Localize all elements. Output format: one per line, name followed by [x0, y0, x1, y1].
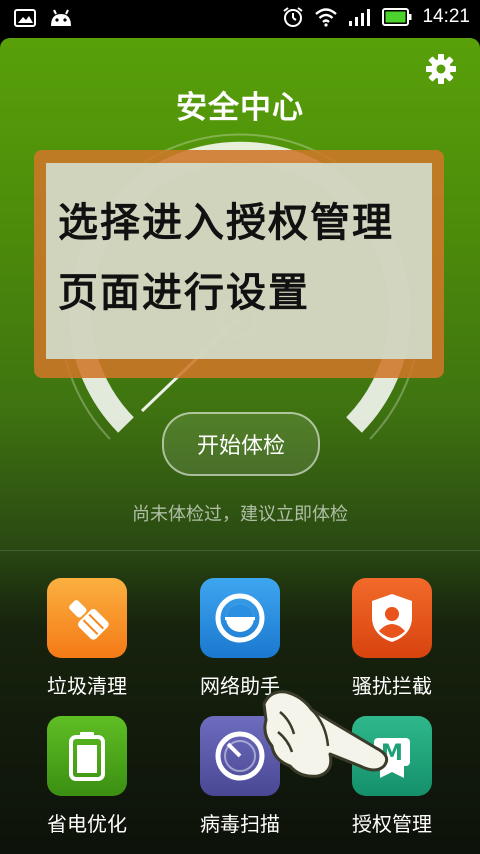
divider: [0, 550, 480, 551]
start-checkup-button[interactable]: 开始体检: [162, 412, 320, 476]
tool-label: 授权管理: [352, 812, 432, 836]
pointing-hand-icon: [262, 690, 389, 778]
network-icon: [200, 578, 280, 658]
battery-icon: [47, 716, 127, 796]
picture-icon: [14, 9, 36, 27]
alarm-icon: [283, 7, 304, 27]
signal-icon: [349, 9, 371, 26]
tool-label: 垃圾清理: [47, 674, 127, 698]
tool-power-saving[interactable]: 省电优化: [17, 716, 157, 837]
android-icon: [51, 9, 71, 26]
overlay-line-2: 页面进行设置: [58, 269, 310, 316]
instruction-overlay: 选择进入授权管理 页面进行设置: [34, 150, 444, 378]
tool-label: 病毒扫描: [200, 812, 280, 836]
status-bar: 14:21: [0, 0, 480, 38]
tool-label: 省电优化: [47, 812, 127, 836]
shield-person-icon: [352, 578, 432, 658]
tool-harassment-block[interactable]: 骚扰拦截: [322, 578, 462, 699]
page-title: 安全中心: [176, 90, 304, 126]
overlay-line-1: 选择进入授权管理: [58, 199, 394, 246]
wifi-icon: [315, 8, 338, 27]
battery-status-icon: [382, 8, 412, 26]
tool-network-assistant[interactable]: 网络助手: [170, 578, 310, 699]
tool-junk-cleanup[interactable]: 垃圾清理: [17, 578, 157, 699]
settings-gear-icon[interactable]: [424, 52, 458, 86]
checkup-hint: 尚未体检过，建议立即体检: [132, 504, 348, 525]
broom-icon: [47, 578, 127, 658]
security-center-panel: 安全中心 选择进入授权管理 页面进行设置 开始体检 尚未体检过，建议立即体检 垃…: [0, 38, 480, 854]
status-clock: 14:21: [422, 6, 470, 27]
